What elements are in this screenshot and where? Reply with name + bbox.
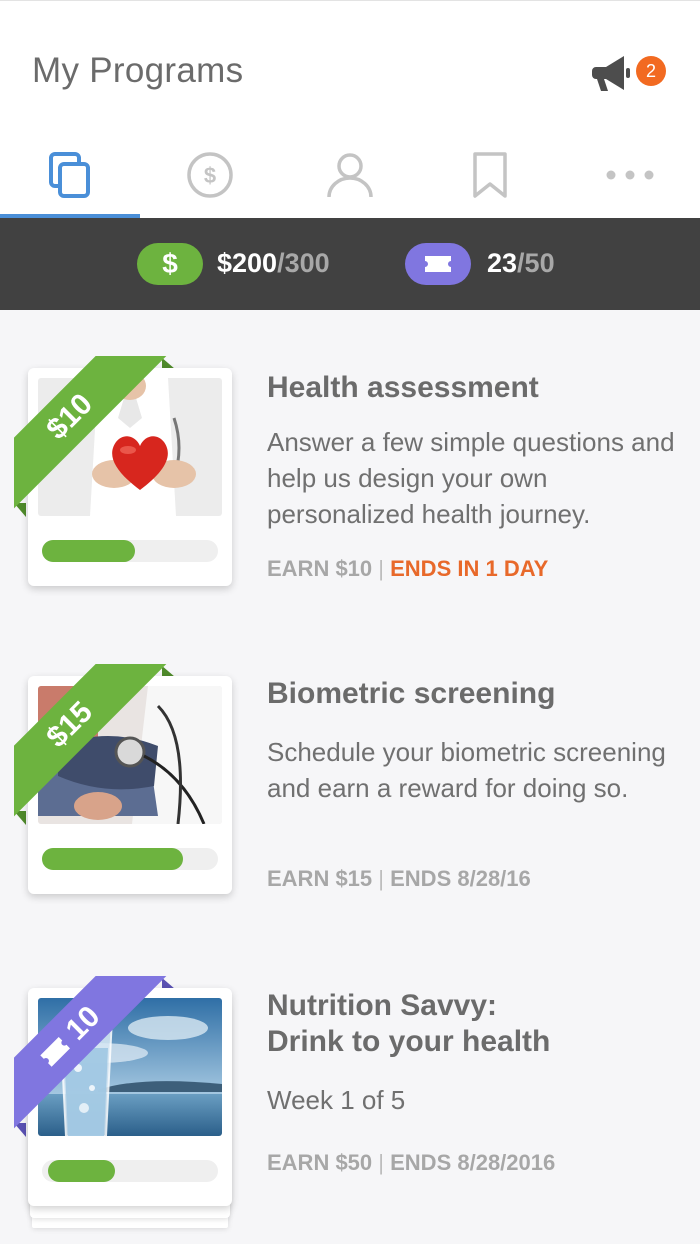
notification-badge: 2 [636, 56, 666, 86]
blood-pressure-image [38, 686, 222, 824]
program-card-nutrition-savvy[interactable]: 10 Nutrition Savvy: Drink to your health… [0, 960, 700, 1244]
copy-icon [49, 152, 90, 198]
tab-bar: $ [0, 132, 700, 218]
program-description: Week 1 of 5 [267, 1085, 406, 1115]
program-title[interactable]: Nutrition Savvy: Drink to your health [267, 988, 550, 1060]
ticket-icon [425, 256, 451, 272]
program-meta: EARN $50 | ENDS 8/28/2016 [267, 1150, 555, 1176]
program-card-biometric-screening[interactable]: $15 Biometric screening Schedule your bi… [0, 648, 700, 948]
program-title[interactable]: Health assessment [267, 370, 539, 406]
program-progress-bar [42, 540, 218, 562]
tab-more[interactable] [560, 132, 700, 218]
earn-amount: EARN $15 [267, 866, 373, 891]
water-glass-image [38, 998, 222, 1136]
megaphone-icon [592, 56, 630, 91]
meta-separator: | [378, 866, 384, 891]
tab-rewards[interactable]: $ [140, 132, 280, 218]
ribbon-fold [14, 1123, 26, 1137]
progress-fill [42, 848, 183, 870]
app-header: My Programs 2 [0, 0, 700, 140]
end-date: ENDS 8/28/16 [390, 866, 531, 891]
progress-fill [42, 540, 135, 562]
rewards-summary-bar: $ $200/300 23/50 [0, 218, 700, 310]
dollars-earned: $200 [217, 248, 278, 278]
tickets-total: /50 [517, 248, 555, 278]
ribbon-fold [14, 811, 26, 825]
ticket-pill-icon [405, 243, 471, 285]
ribbon-fold [14, 503, 26, 517]
dollar-circle-icon: $ [187, 152, 233, 198]
program-thumbnail[interactable] [28, 368, 232, 586]
heart-hands-image [38, 378, 222, 516]
page-title: My Programs [32, 51, 244, 90]
tab-programs[interactable] [0, 132, 140, 218]
meta-separator: | [378, 1150, 384, 1175]
program-title-line-2: Drink to your health [267, 1025, 551, 1058]
earn-amount: EARN $50 [267, 1150, 373, 1175]
user-icon [327, 153, 373, 198]
end-date: ENDS 8/28/2016 [390, 1150, 556, 1175]
program-thumbnail[interactable] [28, 988, 232, 1206]
program-card-health-assessment[interactable]: $10 Health assessment Answer a few simpl… [0, 340, 700, 640]
tickets-progress: 23/50 [487, 248, 555, 279]
tab-saved[interactable] [420, 132, 560, 218]
dollar-pill-icon: $ [137, 243, 203, 285]
tab-profile[interactable] [280, 132, 420, 218]
more-icon [606, 170, 654, 180]
progress-fill [48, 1160, 115, 1182]
program-title[interactable]: Biometric screening [267, 676, 555, 712]
meta-separator: | [378, 556, 384, 581]
tickets-earned: 23 [487, 248, 518, 278]
program-meta: EARN $10 | ENDS IN 1 DAY [267, 556, 548, 582]
dollars-total: /300 [277, 248, 330, 278]
program-progress-bar [42, 1160, 218, 1182]
program-description: Schedule your biometric screening and ea… [267, 737, 666, 803]
end-date: ENDS IN 1 DAY [390, 556, 549, 581]
bookmark-icon [473, 152, 507, 198]
program-description: Answer a few simple questions and help u… [267, 427, 675, 529]
dollars-progress: $200/300 [217, 248, 330, 279]
svg-text:$: $ [204, 163, 216, 188]
earn-amount: EARN $10 [267, 556, 373, 581]
dollar-symbol: $ [162, 248, 178, 279]
program-meta: EARN $15 | ENDS 8/28/16 [267, 866, 531, 892]
notifications-button[interactable]: 2 [592, 53, 672, 93]
program-progress-bar [42, 848, 218, 870]
program-thumbnail[interactable] [28, 676, 232, 894]
program-title-line-1: Nutrition Savvy: [267, 989, 498, 1022]
